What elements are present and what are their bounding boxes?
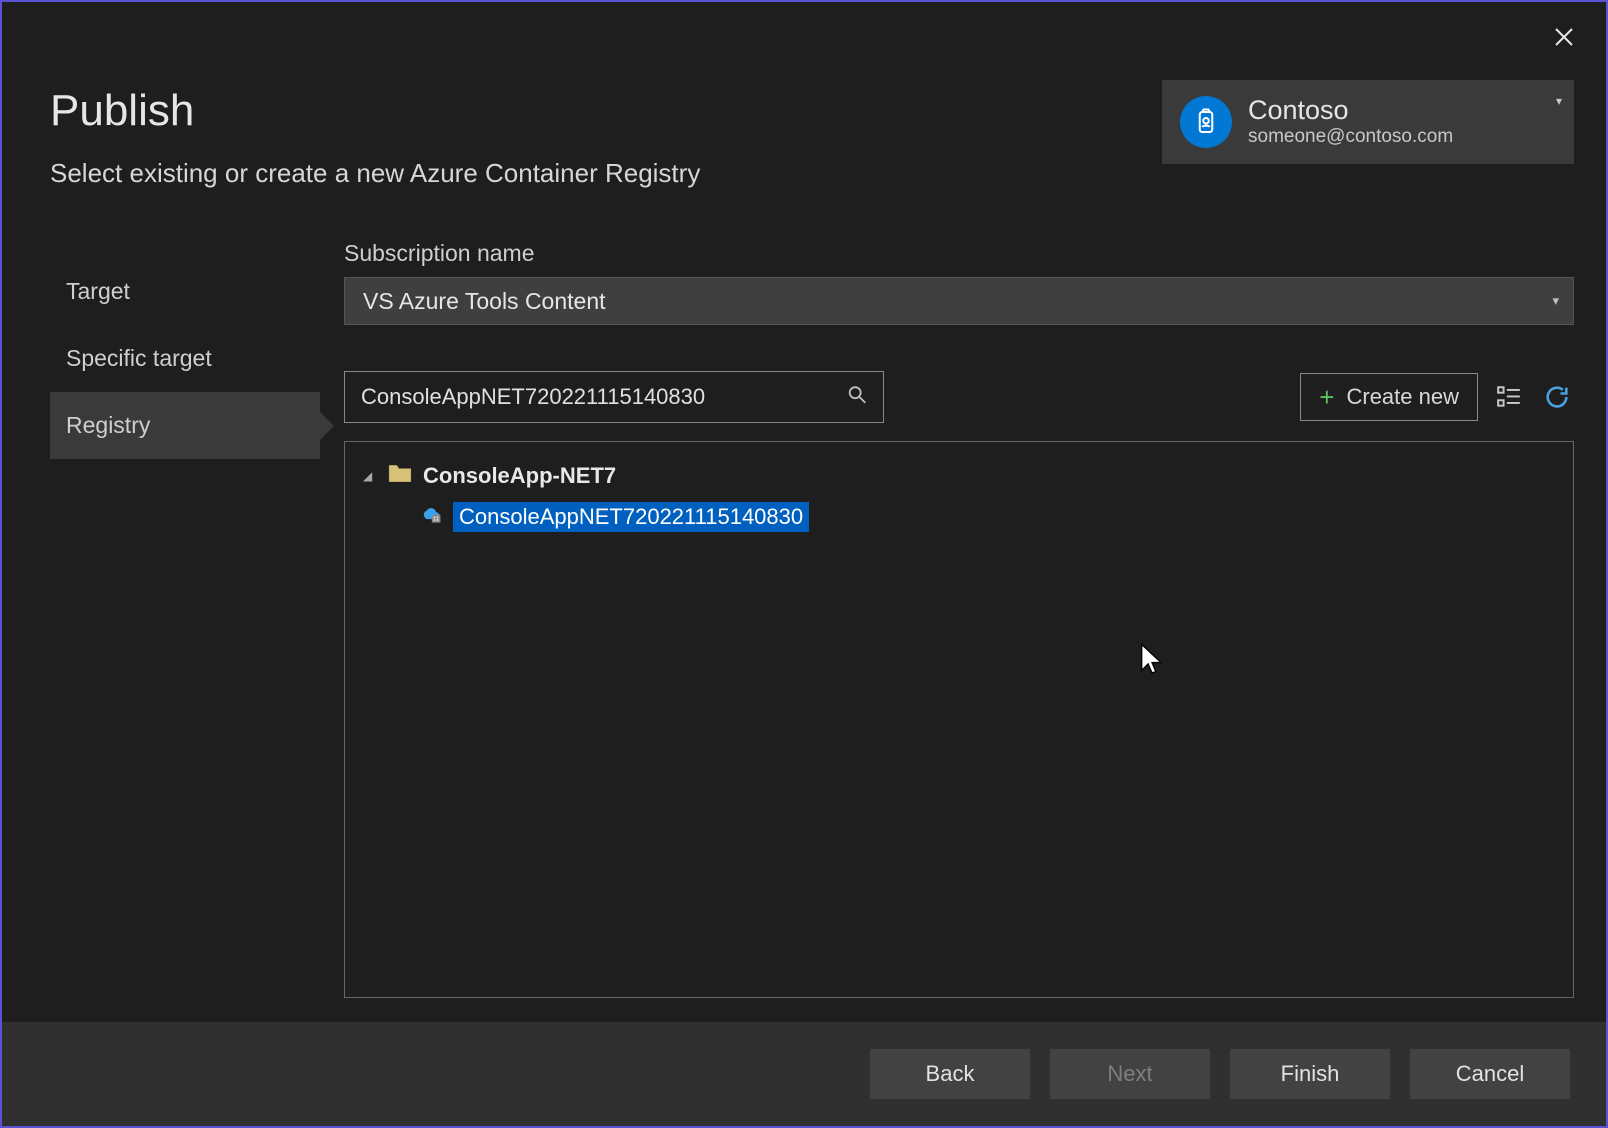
close-button[interactable]	[1550, 24, 1578, 52]
chevron-down-icon: ▾	[1552, 293, 1559, 309]
dialog-footer: Back Next Finish Cancel	[2, 1022, 1606, 1126]
sidebar-item-label: Target	[66, 278, 130, 304]
search-input[interactable]	[344, 371, 884, 423]
close-icon	[1554, 23, 1574, 54]
sidebar-item-target[interactable]: Target	[50, 258, 320, 325]
folder-icon	[387, 462, 413, 490]
subscription-label: Subscription name	[344, 240, 1574, 267]
search-toolbar: + Create new	[344, 371, 1574, 423]
page-title: Publish	[50, 86, 700, 136]
cancel-button[interactable]: Cancel	[1410, 1049, 1570, 1099]
sidebar-item-specific-target[interactable]: Specific target	[50, 325, 320, 392]
account-text: Contoso someone@contoso.com	[1248, 96, 1453, 148]
account-name: Contoso	[1248, 96, 1453, 126]
wizard-sidebar: Target Specific target Registry	[50, 234, 320, 998]
chevron-down-icon: ▾	[1556, 94, 1562, 108]
search-icon	[846, 384, 868, 411]
sidebar-item-label: Registry	[66, 412, 150, 438]
search-wrap	[344, 371, 884, 423]
create-new-button[interactable]: + Create new	[1300, 373, 1478, 421]
next-button: Next	[1050, 1049, 1210, 1099]
tree-collapse-icon[interactable]: ◢	[363, 469, 377, 483]
page-subtitle: Select existing or create a new Azure Co…	[50, 158, 700, 189]
tree-view-toggle-button[interactable]	[1492, 380, 1526, 414]
account-selector[interactable]: Contoso someone@contoso.com ▾	[1162, 80, 1574, 164]
tree-group[interactable]: ◢ ConsoleApp-NET7	[363, 458, 1555, 494]
plus-icon: +	[1319, 382, 1334, 413]
tree-item-label: ConsoleAppNET720221115140830	[453, 502, 809, 532]
account-avatar	[1180, 96, 1232, 148]
subscription-value: VS Azure Tools Content	[363, 288, 606, 315]
refresh-button[interactable]	[1540, 380, 1574, 414]
create-new-label: Create new	[1346, 384, 1459, 410]
finish-button[interactable]: Finish	[1230, 1049, 1390, 1099]
back-button[interactable]: Back	[870, 1049, 1030, 1099]
sidebar-item-registry[interactable]: Registry	[50, 392, 320, 459]
content-area: Target Specific target Registry Subscrip…	[50, 234, 1574, 998]
main-panel: Subscription name VS Azure Tools Content…	[320, 234, 1574, 998]
sidebar-item-label: Specific target	[66, 345, 212, 371]
tree-item[interactable]: ConsoleAppNET720221115140830	[419, 498, 1555, 536]
dialog-header: Publish Select existing or create a new …	[50, 86, 700, 189]
tree-group-label: ConsoleApp-NET7	[423, 463, 616, 489]
registry-tree: ◢ ConsoleApp-NET7 ConsoleAppNET720221115…	[344, 441, 1574, 998]
account-email: someone@contoso.com	[1248, 126, 1453, 148]
registry-icon	[419, 504, 443, 530]
subscription-dropdown[interactable]: VS Azure Tools Content ▾	[344, 277, 1574, 325]
